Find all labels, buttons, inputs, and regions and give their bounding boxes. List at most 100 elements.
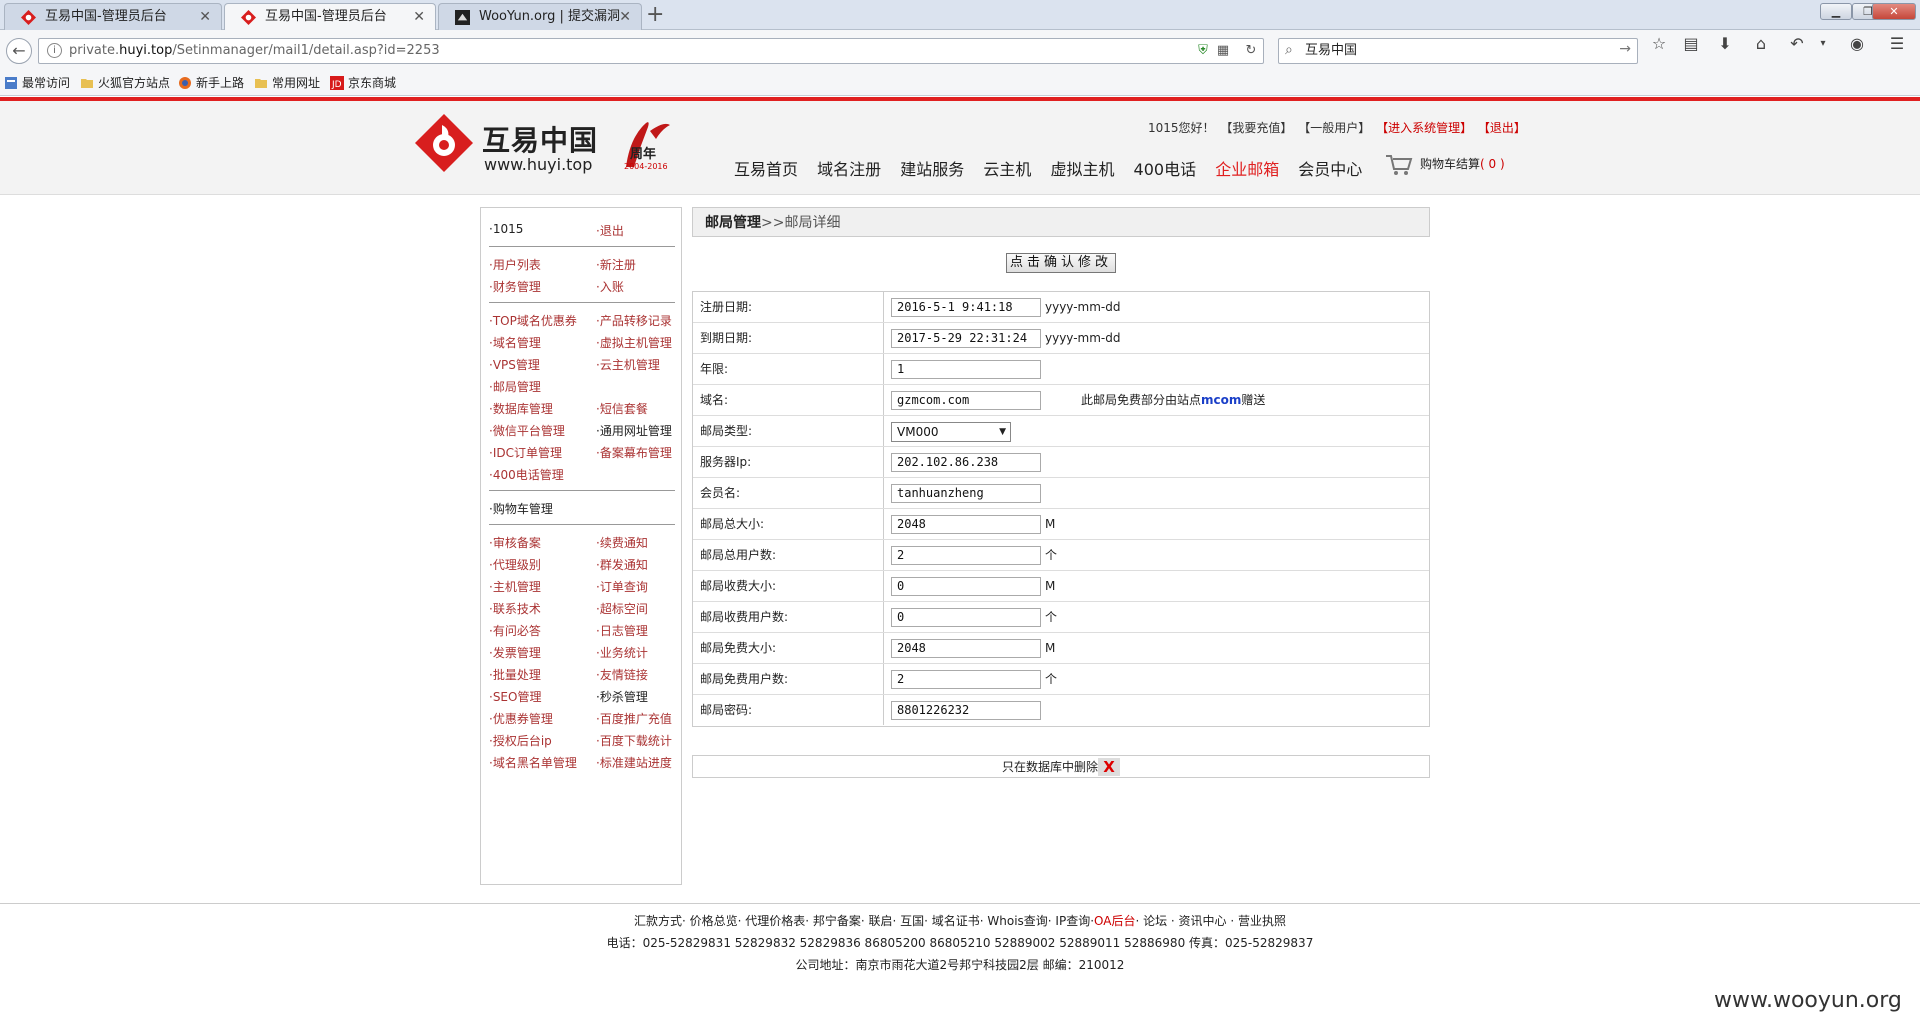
reading-list-icon[interactable]: ▤ [1680, 34, 1702, 54]
domain-input[interactable]: gzmcom.com [891, 391, 1041, 410]
home-icon[interactable]: ⌂ [1750, 34, 1772, 54]
sidebar-item-cart[interactable]: ·购物车管理 [489, 500, 553, 517]
sidebar-item[interactable]: ·微信平台管理 [489, 422, 565, 439]
sidebar-item[interactable]: ·虚拟主机管理 [596, 334, 672, 351]
expire-date-input[interactable]: 2017-5-29 22:31:24 [891, 329, 1041, 348]
undo-icon[interactable]: ↶ [1786, 34, 1808, 54]
sidebar-item[interactable]: ·授权后台ip [489, 732, 552, 749]
free-users-input[interactable]: 2 [891, 670, 1041, 689]
menu-icon[interactable]: ☰ [1886, 34, 1908, 54]
sidebar-item[interactable]: ·VPS管理 [489, 356, 540, 373]
back-arrow-icon[interactable]: ← [6, 38, 32, 64]
browser-tab-2[interactable]: 互易中国-管理员后台 ✕ [224, 3, 436, 30]
sidebar-item[interactable]: ·通用网址管理 [596, 422, 672, 439]
info-icon[interactable]: i [47, 43, 62, 58]
qrcode-icon[interactable]: ▦ [1215, 43, 1231, 59]
sidebar-item[interactable]: ·标准建站进度 [596, 754, 672, 771]
bookmark-item[interactable]: 最常访问 [4, 73, 70, 93]
years-input[interactable]: 1 [891, 360, 1041, 379]
nav-domain[interactable]: 域名注册 [817, 160, 881, 179]
paid-users-input[interactable]: 0 [891, 608, 1041, 627]
globe-icon[interactable]: ◉ [1846, 34, 1868, 54]
sidebar-item-logout[interactable]: ·退出 [596, 222, 624, 239]
search-go-icon[interactable]: → [1619, 41, 1631, 57]
sidebar-item[interactable]: ·批量处理 [489, 666, 541, 683]
sidebar-item[interactable]: ·入账 [596, 278, 624, 295]
url-bar[interactable]: i private.huyi.top/Setinmanager/mail1/de… [38, 38, 1264, 64]
sidebar-item[interactable]: ·域名黑名单管理 [489, 754, 577, 771]
sidebar-item[interactable]: ·代理级别 [489, 556, 541, 573]
cart-link[interactable]: 购物车结算( 0 ) [1384, 153, 1505, 175]
sidebar-item[interactable]: ·主机管理 [489, 578, 541, 595]
delete-x-icon[interactable]: X [1098, 758, 1120, 776]
footer-links-text[interactable]: · 论坛 · 资讯中心 · 营业执照 [1135, 914, 1286, 928]
free-size-input[interactable]: 2048 [891, 639, 1041, 658]
logo-url[interactable]: www.huyi.top [484, 155, 592, 174]
new-tab-icon[interactable]: + [646, 2, 664, 28]
window-close-icon[interactable]: ✕ [1872, 3, 1916, 20]
browser-tab-3[interactable]: WooYun.org | 提交漏洞 ✕ [438, 3, 642, 30]
sidebar-item[interactable]: ·用户列表 [489, 256, 541, 273]
chevron-down-icon[interactable]: ▾ [1812, 34, 1834, 54]
sidebar-item[interactable]: ·新注册 [596, 256, 636, 273]
bookmark-item[interactable]: 火狐官方站点 [80, 73, 170, 93]
sidebar-item[interactable]: ·数据库管理 [489, 400, 553, 417]
footer-links-text[interactable]: 汇款方式· 价格总览· 代理价格表· 邦宁备案· 联启· 互国· 域名证书· W… [634, 914, 1094, 928]
server-ip-input[interactable]: 202.102.86.238 [891, 453, 1041, 472]
huyi-logo-icon[interactable] [414, 113, 474, 173]
nav-cloud[interactable]: 云主机 [983, 160, 1031, 179]
search-input[interactable]: 互易中国 [1305, 39, 1357, 63]
nav-mail[interactable]: 企业邮箱 [1215, 160, 1279, 179]
tab-close-icon[interactable]: ✕ [413, 4, 425, 30]
sidebar-item[interactable]: ·云主机管理 [596, 356, 660, 373]
sidebar-item[interactable]: ·IDC订单管理 [489, 444, 562, 461]
paid-size-input[interactable]: 0 [891, 577, 1041, 596]
sidebar-item[interactable]: ·有问必答 [489, 622, 541, 639]
bookmark-item[interactable]: 常用网址 [254, 73, 320, 93]
star-icon[interactable]: ☆ [1648, 34, 1670, 54]
sidebar-item[interactable]: ·财务管理 [489, 278, 541, 295]
shield-icon[interactable]: ⛨ [1195, 43, 1211, 59]
sidebar-item[interactable]: ·TOP域名优惠券 [489, 312, 577, 329]
sidebar-item[interactable]: ·秒杀管理 [596, 688, 648, 705]
sidebar-item[interactable]: ·业务统计 [596, 644, 648, 661]
member-name-input[interactable]: tanhuanzheng [891, 484, 1041, 503]
search-box[interactable]: ⌕ 互易中国 → [1278, 38, 1638, 64]
sidebar-item[interactable]: ·域名管理 [489, 334, 541, 351]
total-users-input[interactable]: 2 [891, 546, 1041, 565]
confirm-modify-button[interactable]: 点击确认修改 [1006, 253, 1116, 273]
reload-icon[interactable]: ↻ [1243, 43, 1259, 59]
sidebar-item[interactable]: ·SEO管理 [489, 688, 541, 705]
minimize-icon[interactable]: ▁ [1820, 3, 1852, 20]
logout-link[interactable]: 【退出】 [1478, 121, 1526, 135]
sidebar-item[interactable]: ·百度推广充值 [596, 710, 672, 727]
sidebar-item[interactable]: ·超标空间 [596, 600, 648, 617]
nav-400[interactable]: 400电话 [1134, 160, 1197, 179]
sidebar-item[interactable]: ·日志管理 [596, 622, 648, 639]
url-text[interactable]: private.huyi.top/Setinmanager/mail1/deta… [69, 39, 440, 63]
register-date-input[interactable]: 2016-5-1 9:41:18 [891, 298, 1041, 317]
sidebar-item[interactable]: ·续费通知 [596, 534, 648, 551]
download-icon[interactable]: ⬇ [1714, 34, 1736, 54]
sidebar-item[interactable]: ·审核备案 [489, 534, 541, 551]
bookmark-item[interactable]: 新手上路 [178, 73, 244, 93]
logo-text[interactable]: 互易中国 [482, 119, 598, 159]
bookmark-item[interactable]: JD 京东商城 [330, 73, 396, 93]
normal-user-link[interactable]: 【一般用户】 [1298, 121, 1370, 135]
tab-close-icon[interactable]: ✕ [199, 4, 211, 30]
sidebar-item[interactable]: ·百度下载统计 [596, 732, 672, 749]
sidebar-item[interactable]: ·联系技术 [489, 600, 541, 617]
sidebar-item[interactable]: ·友情链接 [596, 666, 648, 683]
sidebar-item[interactable]: ·备案幕布管理 [596, 444, 672, 461]
browser-tab-1[interactable]: 互易中国-管理员后台 ✕ [4, 3, 222, 30]
nav-website[interactable]: 建站服务 [900, 160, 964, 179]
sidebar-item-mail[interactable]: ·邮局管理 [489, 378, 541, 395]
total-size-input[interactable]: 2048 [891, 515, 1041, 534]
system-admin-link[interactable]: 【进入系统管理】 [1376, 121, 1472, 135]
sidebar-item[interactable]: ·短信套餐 [596, 400, 648, 417]
nav-member[interactable]: 会员中心 [1298, 160, 1362, 179]
sidebar-item[interactable]: ·优惠券管理 [489, 710, 553, 727]
nav-vhost[interactable]: 虚拟主机 [1050, 160, 1114, 179]
nav-home[interactable]: 互易首页 [734, 160, 798, 179]
recharge-link[interactable]: 【我要充值】 [1220, 121, 1292, 135]
